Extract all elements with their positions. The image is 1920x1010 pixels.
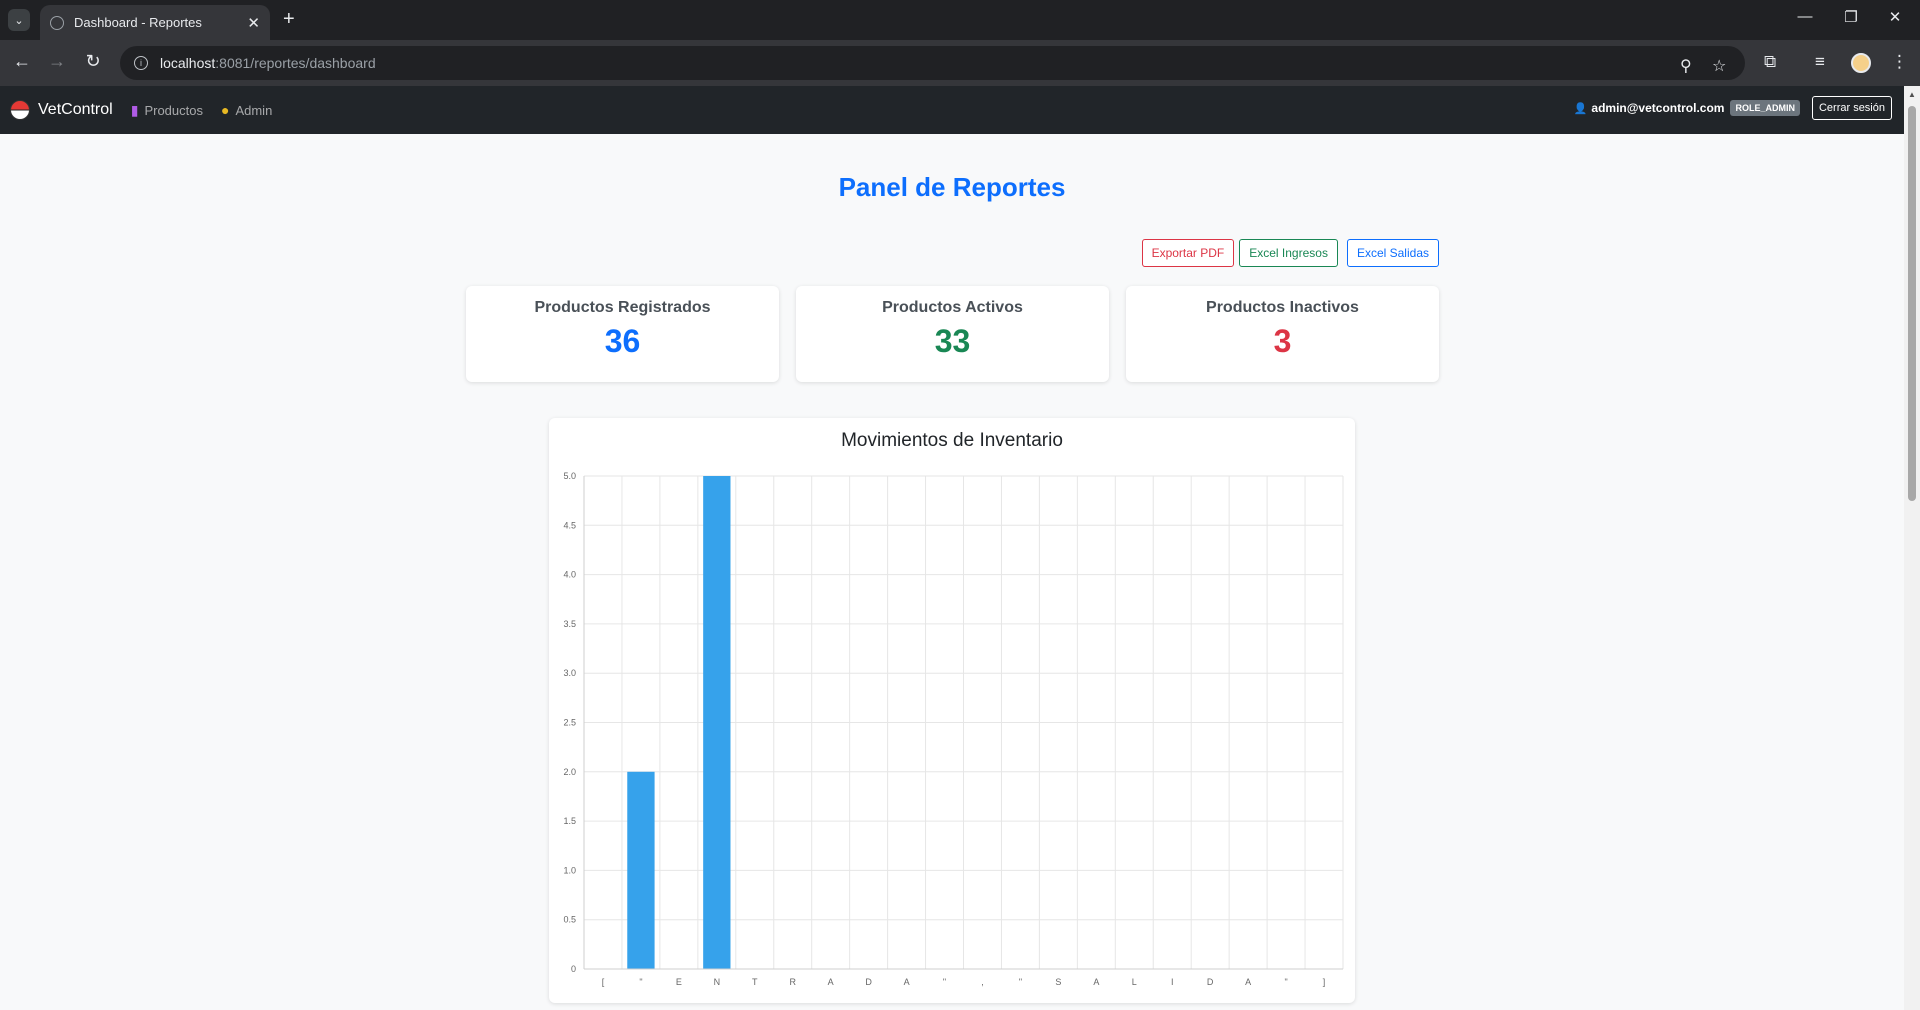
restore-icon[interactable]: ❐ [1836, 8, 1866, 26]
excel-ingresos-button[interactable]: Excel Ingresos [1239, 239, 1338, 267]
bookmark-star-icon[interactable]: ☆ [1712, 56, 1726, 76]
inventory-bar-chart: 0 0.5 1.0 1.5 2.0 2.5 3.0 3.5 4.0 4.5 5.0 [ " E N T R A D A… [563, 471, 1344, 987]
browser-tab[interactable]: Dashboard - Reportes ✕ [40, 5, 270, 40]
x-tick-label: S [1055, 977, 1061, 987]
zoom-icon[interactable]: ⚲ [1680, 56, 1692, 76]
extensions-icon[interactable]: ⧉ [1764, 52, 1776, 72]
back-icon[interactable]: ← [10, 51, 34, 72]
media-control-icon[interactable]: ≡ [1815, 52, 1825, 72]
x-tick-label: " [1284, 977, 1287, 987]
y-tick-label: 3.5 [563, 619, 576, 629]
pokeball-logo-icon [10, 100, 30, 120]
logout-button[interactable]: Cerrar sesión [1811, 96, 1892, 120]
stat-label: Productos Inactivos [1206, 299, 1359, 316]
bar [703, 476, 731, 969]
x-tick-label: A [1093, 977, 1099, 987]
x-tick-label: A [828, 977, 834, 987]
x-tick-label: E [676, 977, 682, 987]
close-tab-icon[interactable]: ✕ [247, 14, 260, 32]
x-tick-label: R [789, 977, 796, 987]
x-tick-label: L [1132, 977, 1137, 987]
nav-link-label: Productos [144, 102, 203, 118]
stat-value: 33 [934, 323, 971, 359]
medal-icon: ● [220, 102, 230, 118]
x-tick-label: ] [1323, 977, 1326, 987]
forward-icon[interactable]: → [45, 51, 69, 72]
scroll-up-arrow-icon[interactable]: ▲ [1908, 90, 1916, 99]
scroll-thumb[interactable] [1908, 106, 1916, 501]
user-email: admin@vetcontrol.com [1591, 101, 1725, 115]
tab-title: Dashboard - Reportes [74, 15, 202, 30]
x-tick-label: A [1245, 977, 1251, 987]
bar [627, 771, 655, 969]
excel-salidas-button[interactable]: Excel Salidas [1346, 239, 1439, 267]
stat-label: Productos Registrados [534, 299, 711, 316]
x-tick-label: " [1019, 977, 1022, 987]
new-tab-icon[interactable]: + [283, 8, 295, 31]
chart-card: Movimientos de Inventario 0 0.5 1.0 1.5 2.0 2… [549, 418, 1355, 1003]
stat-label: Productos Activos [882, 299, 1023, 316]
y-tick-label: 4.0 [563, 570, 576, 580]
nav-link-productos[interactable]: ▮ Productos [131, 102, 203, 119]
browser-titlebar: ⌄ Dashboard - Reportes ✕ + — ❐ ✕ [0, 0, 1920, 40]
syringe-icon: ▮ [130, 101, 139, 118]
reload-icon[interactable]: ↻ [81, 51, 105, 72]
x-tick-label: T [752, 977, 758, 987]
x-tick-label: I [1171, 977, 1174, 987]
x-tick-label: N [714, 977, 721, 987]
x-tick-label: D [1207, 977, 1214, 987]
app-navbar: VetControl ▮ Productos ● Admin 👤 admin@v… [0, 86, 1904, 134]
url-host: localhost [160, 55, 216, 71]
y-tick-label: 0.5 [563, 915, 576, 925]
stat-card-inactivos: Productos Inactivos 3 [1126, 286, 1439, 382]
stat-value: 3 [1273, 323, 1292, 359]
y-tick-label: 1.5 [563, 816, 576, 826]
y-tick-label: 2.5 [563, 718, 576, 728]
tab-search-chevron-icon[interactable]: ⌄ [8, 9, 30, 31]
y-tick-label: 0 [571, 964, 576, 974]
role-badge: ROLE_ADMIN [1730, 100, 1800, 116]
browser-menu-icon[interactable]: ⋮ [1891, 52, 1908, 72]
stat-value: 36 [604, 323, 641, 359]
globe-icon [50, 15, 64, 30]
x-tick-label: D [865, 977, 872, 987]
nav-link-admin[interactable]: ● Admin [221, 102, 272, 118]
y-tick-label: 1.0 [563, 865, 576, 875]
y-tick-label: 5.0 [563, 471, 576, 481]
browser-toolbar: ← → ↻ i localhost:8081/reportes/dashboar… [0, 40, 1920, 86]
export-actions: Exportar PDF Excel Ingresos Excel Salida… [1141, 239, 1439, 267]
minimize-icon[interactable]: — [1790, 8, 1820, 25]
stat-card-activos: Productos Activos 33 [796, 286, 1109, 382]
export-pdf-button[interactable]: Exportar PDF [1141, 239, 1235, 267]
site-info-icon[interactable]: i [134, 56, 148, 70]
x-tick-label: " [943, 977, 946, 987]
profile-avatar[interactable] [1851, 53, 1871, 73]
address-bar[interactable]: i localhost:8081/reportes/dashboard ⚲ ☆ [120, 46, 1745, 80]
x-tick-label: , [981, 977, 984, 987]
x-tick-label: A [904, 977, 910, 987]
page-title: Panel de Reportes [838, 172, 1066, 202]
y-tick-label: 2.0 [563, 767, 576, 777]
close-window-icon[interactable]: ✕ [1880, 8, 1910, 26]
brand-link[interactable]: VetControl [10, 100, 113, 120]
x-tick-label: [ [602, 977, 605, 987]
y-tick-label: 3.0 [563, 668, 576, 678]
page-scrollbar[interactable]: ▲ [1904, 86, 1920, 1010]
brand-name: VetControl [38, 101, 113, 118]
x-tick-label: " [639, 977, 642, 987]
stat-card-registrados: Productos Registrados 36 [466, 286, 779, 382]
url-path: :8081/reportes/dashboard [215, 55, 376, 71]
y-tick-label: 4.5 [563, 520, 576, 530]
user-icon: 👤 [1573, 102, 1588, 115]
nav-link-label: Admin [235, 102, 273, 118]
